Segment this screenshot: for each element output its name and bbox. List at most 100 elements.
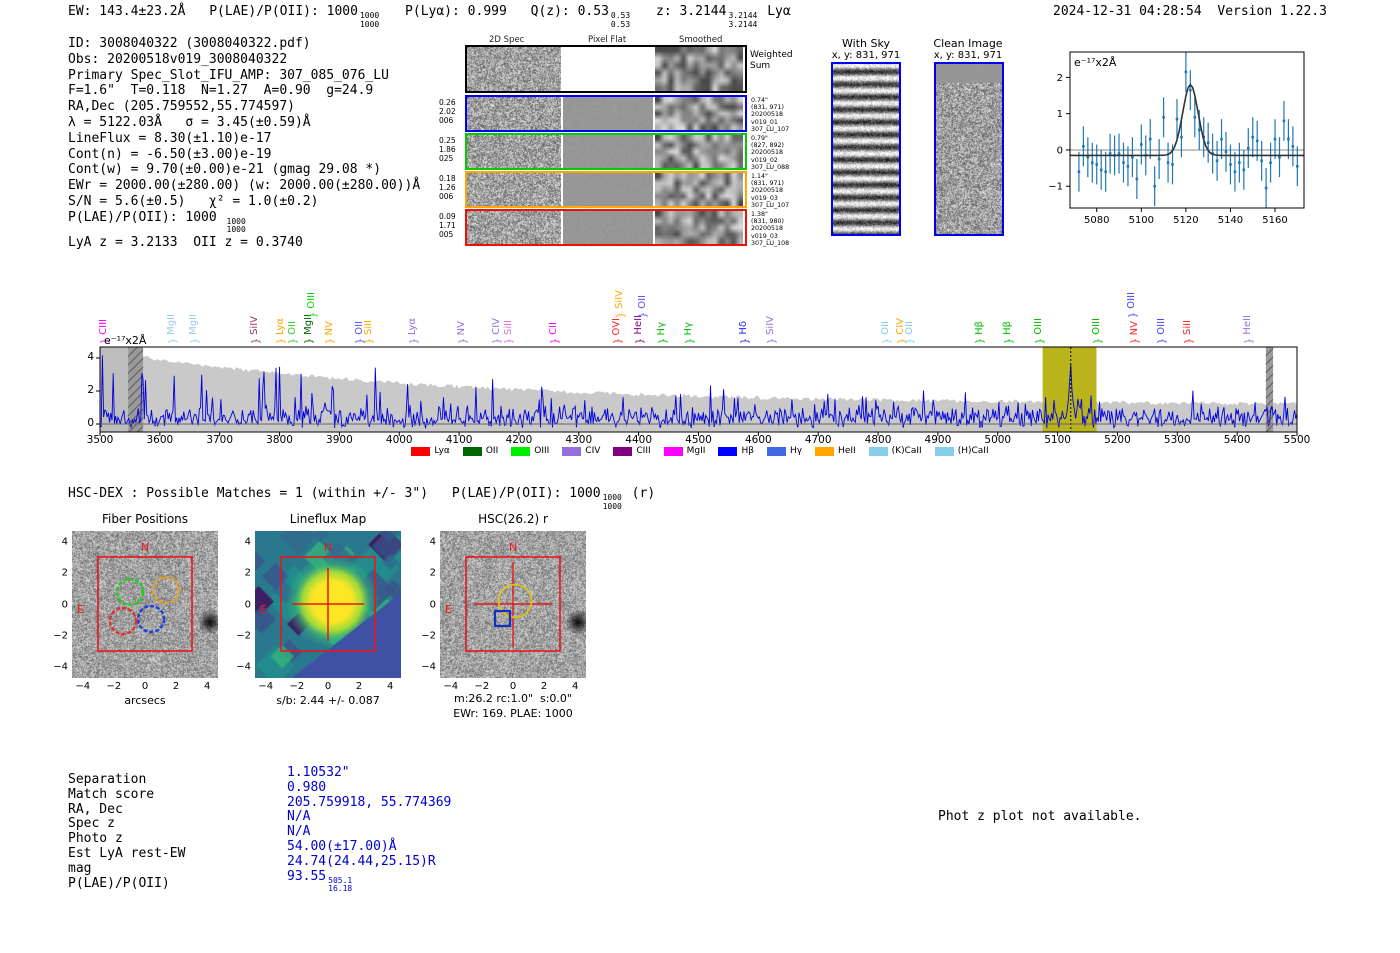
- cutout-2-ytick: 2: [429, 567, 436, 579]
- info-line-5: λ = 5122.03Å σ = 3.45(±0.59)Å: [68, 114, 311, 130]
- plae-value: P(LAE)/P(OII): 1000: [209, 4, 358, 19]
- legend-item-OIII: OIII: [511, 446, 549, 456]
- line-label-oii: OII{: [286, 321, 299, 345]
- hscdex-band: (r): [631, 486, 656, 501]
- fiber-row-1-img-0: [467, 135, 561, 168]
- cutout-0-ytick: 2: [61, 567, 68, 579]
- match-value-6: 24.74(24.44,25.15)R: [287, 853, 436, 869]
- info-line-4: RA,Dec (205.759552,55.774597): [68, 99, 295, 115]
- line-label-siiv: SiIV{: [765, 316, 778, 345]
- plya-value: P(Lyα): 0.999: [405, 4, 507, 19]
- spectrum-xtick: 5400: [1223, 434, 1251, 446]
- weighted-2dspec-image: [467, 47, 561, 91]
- match-label-2: RA, Dec: [68, 801, 123, 817]
- line-label-oiii: OIII{: [1033, 318, 1046, 345]
- detection-info-block: ID: 3008040322 (3008040322.pdf) Obs: 2020…: [68, 36, 420, 251]
- spectrum-xtick: 4200: [505, 434, 533, 446]
- spectrum-xtick: 4800: [864, 434, 892, 446]
- match-value-5: 54.00(±17.00)Å: [287, 838, 397, 854]
- data-point: [1140, 143, 1143, 146]
- weighted-pixelflat-image: [563, 47, 653, 91]
- line-label-lyα: Lyα{: [274, 317, 287, 345]
- fiber-row-2-img-1: [563, 173, 653, 206]
- match-label-7: P(LAE)/P(OII): [68, 875, 170, 891]
- fit-ytick: 1: [1057, 109, 1063, 120]
- data-point: [1273, 137, 1277, 141]
- info-line-0: ID: 3008040322 (3008040322.pdf): [68, 36, 311, 51]
- fiber-row-3-weights: 0.09 1.71 005: [439, 212, 456, 239]
- match-label-3: Spec z: [68, 816, 115, 832]
- data-point: [1122, 161, 1125, 164]
- full-spectrum-plot: [88, 345, 1313, 441]
- line-type: Lyα: [767, 4, 791, 19]
- cutout-1-ytick: −4: [236, 661, 251, 673]
- data-point: [1171, 163, 1174, 166]
- legend-item-CIV: CIV: [562, 446, 600, 456]
- hscdex-plae: P(LAE)/P(OII): 1000: [451, 486, 601, 501]
- data-point: [1180, 135, 1183, 139]
- clean-image-title: Clean Image: [933, 37, 1003, 50]
- legend-item-Hγ: Hγ: [766, 446, 802, 456]
- spectrum-xtick: 3500: [86, 434, 114, 446]
- line-label-nv: NV{: [455, 320, 468, 345]
- spectrum-xtick: 5500: [1283, 434, 1311, 446]
- data-point: [1215, 159, 1219, 163]
- cutout-0-ytick: −2: [53, 630, 68, 642]
- data-point: [1206, 141, 1210, 144]
- line-label-hγ: Hγ{: [682, 321, 695, 345]
- lineflux-xlabel: s/b: 2.44 +/- 0.087: [276, 694, 380, 707]
- legend-item-(H)CaII: (H)CaII: [934, 446, 989, 456]
- line-label-siiv: SiIV{: [613, 290, 626, 319]
- clean-image-coords: x, y: 831, 971: [933, 50, 1003, 61]
- line-label-oiii: OIII{: [1155, 318, 1168, 345]
- legend-swatch: [613, 446, 633, 456]
- data-point: [1126, 164, 1130, 168]
- data-point: [1255, 139, 1259, 143]
- cutout-1-xtick: −4: [258, 681, 274, 692]
- legend-item-HeII: HeII: [815, 446, 856, 456]
- line-label-civ: CIV{: [895, 318, 908, 345]
- info-line-1: Obs: 20200518v019_3008040322: [68, 51, 288, 67]
- legend-swatch: [562, 446, 582, 456]
- spectrum-xtick: 4500: [685, 434, 712, 446]
- gaussian-fit-curve: [1070, 83, 1304, 157]
- match-value-2: 205.759918, 55.774369: [287, 794, 452, 810]
- data-point: [1166, 161, 1170, 164]
- line-label-oiii: OIII{: [1126, 292, 1139, 319]
- fiber-row-1-img-2: [655, 135, 743, 168]
- spectrum-xtick: 5100: [1044, 434, 1071, 446]
- line-label-hδ: Hδ{: [738, 321, 751, 345]
- lineflux-map-title: Lineflux Map: [289, 512, 367, 526]
- cutout-2-xtick: −2: [474, 681, 490, 692]
- cutout-2-xtick: −4: [443, 681, 459, 692]
- hsc-xlabel-1: m:26.2 rc:1.0" s:0.0": [454, 692, 572, 705]
- data-point: [1162, 116, 1165, 119]
- line-label-mgii: MgII{: [302, 314, 315, 345]
- data-point: [1229, 163, 1232, 166]
- line-label-hγ: Hγ{: [655, 321, 668, 345]
- spectrum-xtick: 4000: [385, 434, 413, 446]
- data-point: [1086, 155, 1090, 159]
- fiber-row-3-img-1: [563, 211, 653, 244]
- cutout-0-xtick: 2: [172, 681, 180, 692]
- info-line-7: Cont(n) = -6.50(±3.00)e-19: [68, 146, 272, 162]
- fiber-2d-row-0: 0.26 2.02 006 0.74" (831, 971) 20200518 v…: [439, 95, 789, 133]
- legend-item-(K)CaII: (K)CaII: [868, 446, 922, 456]
- info-line-2: Primary Spec_Slot_IFU_AMP: 307_085_076_L…: [68, 67, 389, 83]
- data-point: [1264, 186, 1268, 190]
- line-label-siii: SiII{: [362, 319, 375, 345]
- line-label-lyα: Lyα{: [407, 317, 420, 345]
- legend-swatch: [511, 446, 531, 456]
- match-label-5: Est LyA rest-EW: [68, 845, 186, 861]
- fiber-xlabel: arcsecs: [124, 694, 166, 707]
- data-point: [1197, 128, 1201, 132]
- line-label-oii: OII{: [636, 295, 649, 319]
- spectrum-xtick: 4600: [744, 434, 772, 446]
- fiber-row-1-weights: 0.25 1.86 025: [439, 136, 456, 163]
- data-point: [1104, 170, 1107, 174]
- legend-swatch: [411, 446, 431, 456]
- match-label-1: Match score: [68, 786, 155, 802]
- data-point: [1095, 163, 1099, 166]
- fiber-row-0-img-1: [563, 97, 653, 130]
- fit-xtick: 5100: [1129, 215, 1154, 226]
